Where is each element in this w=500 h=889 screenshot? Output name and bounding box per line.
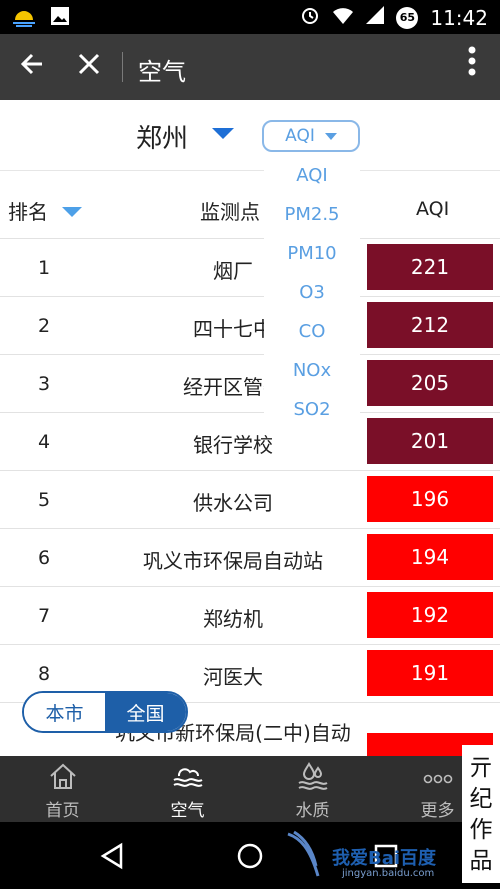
station-cell: 银行学校 <box>193 433 273 457</box>
image-notification-icon <box>50 6 70 33</box>
nav-back-icon[interactable] <box>92 836 132 876</box>
rank-cell: 8 <box>38 663 51 685</box>
rank-cell: 7 <box>38 605 51 627</box>
metric-option-co[interactable]: CO <box>264 312 360 351</box>
city-dropdown-icon[interactable] <box>212 128 234 139</box>
aqi-cell: 192 <box>367 592 493 638</box>
table-header: 排名 监测点 AQI <box>0 172 500 239</box>
station-header: 监测点 <box>200 200 260 224</box>
station-cell: 巩义市环保局自动站 <box>143 549 323 573</box>
table-row[interactable]: 3 经开区管委 205 <box>0 355 500 413</box>
watermark: 我爱Bai百度 jingyan.baidu.com <box>282 822 462 889</box>
tab-air-label: 空气 <box>170 801 205 821</box>
table-row[interactable]: 5 供水公司 196 <box>0 471 500 529</box>
bottom-tab-bar: 首页 空气 水质 更多 <box>0 756 500 822</box>
aqi-cell: 221 <box>367 244 493 290</box>
metric-select[interactable]: AQI <box>262 120 360 152</box>
sort-down-icon[interactable] <box>62 207 82 217</box>
watermark-text: 我爱Bai百度 <box>332 848 437 869</box>
watermark-url: jingyan.baidu.com <box>342 868 435 879</box>
station-cell: 供水公司 <box>193 491 273 515</box>
station-cell: 河医大 <box>203 665 263 689</box>
chevron-down-icon <box>324 132 337 140</box>
metric-option-o3[interactable]: O3 <box>264 273 360 312</box>
table-row[interactable]: 4 银行学校 201 <box>0 413 500 471</box>
scope-toggle: 本市 全国 <box>22 691 188 733</box>
table-row[interactable]: 1 烟厂 221 <box>0 239 500 297</box>
scope-city-button[interactable]: 本市 <box>24 693 105 731</box>
aqi-cell: 212 <box>367 302 493 348</box>
divider <box>122 52 123 82</box>
aqi-cell: 191 <box>367 650 493 696</box>
signal-icon <box>366 6 385 29</box>
nav-home-icon[interactable] <box>230 836 270 876</box>
aqi-cell: 201 <box>367 418 493 464</box>
app-bar: 空气 <box>0 34 500 100</box>
notification-badge: 65 <box>396 6 419 29</box>
aqi-cell: 196 <box>367 476 493 522</box>
metric-option-pm10[interactable]: PM10 <box>264 234 360 273</box>
scope-nation-button[interactable]: 全国 <box>105 693 186 731</box>
stamp-char: 品 <box>469 848 493 874</box>
page-title: 空气 <box>138 58 186 86</box>
status-bar: 65 11:42 <box>0 0 500 34</box>
tab-water-label: 水质 <box>295 801 330 821</box>
ranking-table: 1 烟厂 221 2 四十七中 212 3 经开区管委 205 4 银行学校 2… <box>0 239 500 761</box>
metric-option-nox[interactable]: NOx <box>264 351 360 390</box>
station-cell: 郑纺机 <box>203 607 263 631</box>
table-row[interactable]: 7 郑纺机 192 <box>0 587 500 645</box>
overflow-menu-icon[interactable] <box>468 46 476 87</box>
home-icon <box>0 762 125 797</box>
tab-water[interactable]: 水质 <box>250 756 375 822</box>
close-icon[interactable] <box>76 48 102 84</box>
air-icon <box>125 762 250 797</box>
rank-cell: 1 <box>38 257 51 279</box>
author-stamp: 亓 纪 作 品 <box>462 745 500 883</box>
rank-cell: 4 <box>38 431 51 453</box>
city-selector-bar: 郑州 AQI <box>0 100 500 171</box>
city-name[interactable]: 郑州 <box>136 118 188 155</box>
tab-air[interactable]: 空气 <box>125 756 250 822</box>
table-row[interactable]: 6 巩义市环保局自动站 194 <box>0 529 500 587</box>
metric-select-value: AQI <box>285 126 315 146</box>
clock: 11:42 <box>430 5 488 30</box>
back-arrow-icon[interactable] <box>18 50 46 86</box>
weather-notification-icon <box>12 6 36 33</box>
table-row[interactable]: 2 四十七中 212 <box>0 297 500 355</box>
aqi-header: AQI <box>416 198 450 220</box>
aqi-cell: 205 <box>367 360 493 406</box>
rank-cell: 6 <box>38 547 51 569</box>
stamp-char: 作 <box>469 817 493 843</box>
metric-dropdown-menu: AQI PM2.5 PM10 O3 CO NOx SO2 <box>264 156 360 428</box>
alarm-icon <box>300 5 320 30</box>
stamp-char: 纪 <box>469 786 493 812</box>
tab-home-label: 首页 <box>45 801 80 821</box>
rank-header[interactable]: 排名 <box>8 196 48 225</box>
metric-option-so2[interactable]: SO2 <box>264 390 360 429</box>
water-icon <box>250 762 375 797</box>
stamp-char: 亓 <box>469 755 493 781</box>
rank-cell: 3 <box>38 373 51 395</box>
aqi-cell: 194 <box>367 534 493 580</box>
rank-cell: 5 <box>38 489 51 511</box>
metric-option-aqi[interactable]: AQI <box>264 156 360 195</box>
tab-home[interactable]: 首页 <box>0 756 125 822</box>
wifi-icon <box>332 6 354 29</box>
rank-cell: 2 <box>38 315 51 337</box>
metric-option-pm25[interactable]: PM2.5 <box>264 195 360 234</box>
